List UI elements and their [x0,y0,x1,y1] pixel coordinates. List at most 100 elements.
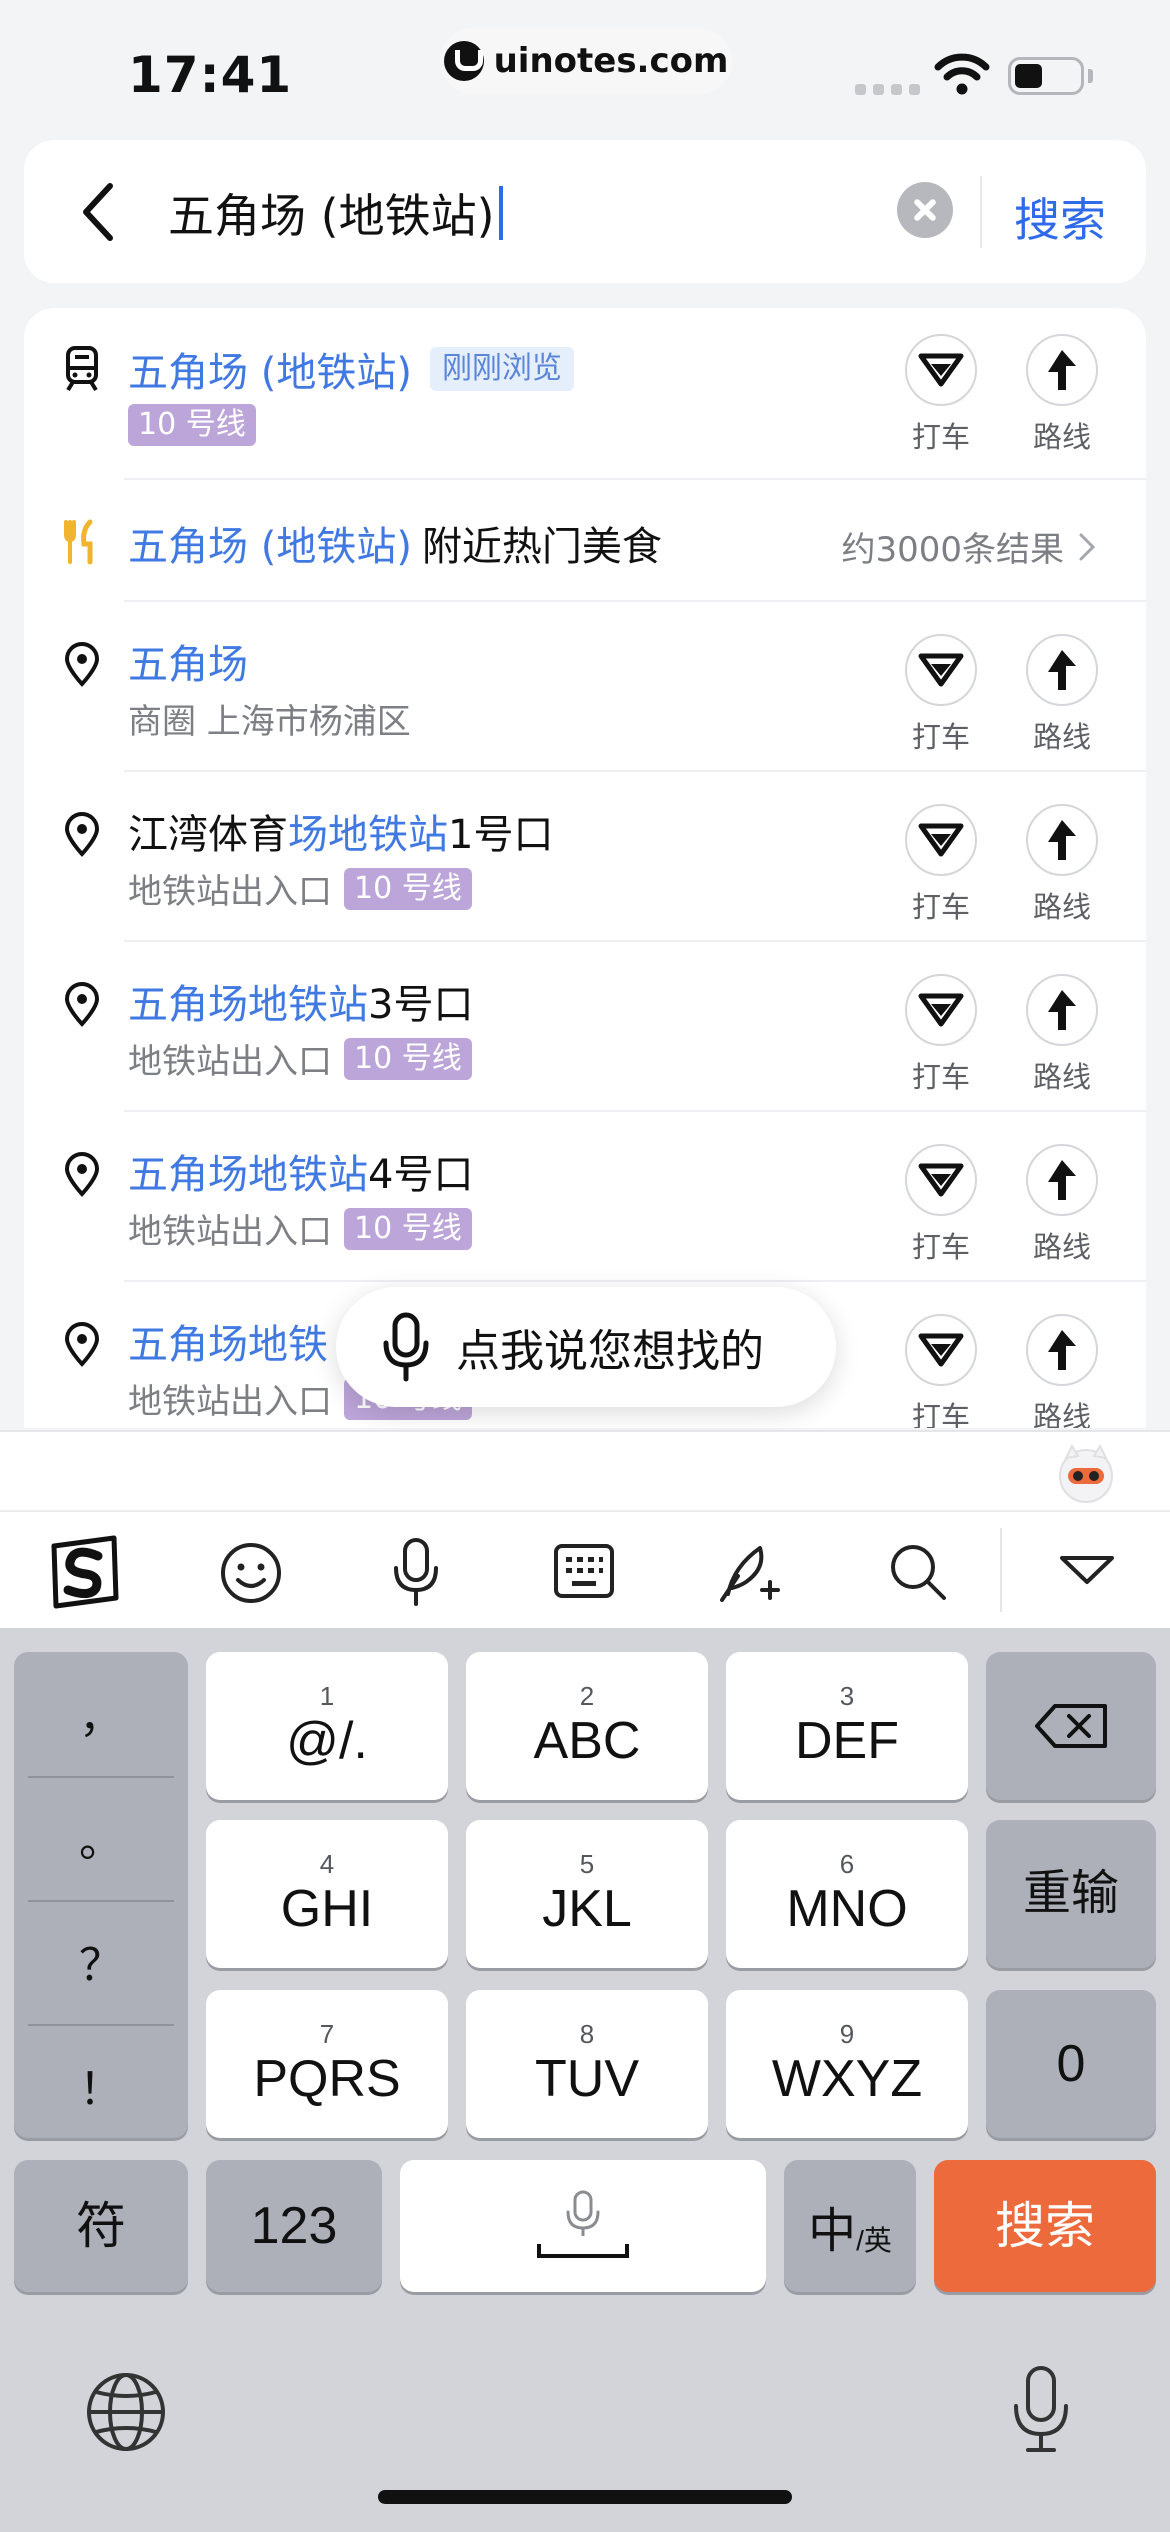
space-button[interactable] [400,2160,766,2292]
key-8[interactable]: 8 TUV [466,1990,708,2138]
key-9[interactable]: 9 WXYZ [726,1990,968,2138]
taxi-label: 打车 [911,420,970,454]
key-2[interactable]: 2 ABC [466,1652,708,1800]
lang-alt-label: /英 [856,2225,892,2256]
taxi-button[interactable]: 打车 [901,634,981,756]
key-label: ABC [533,1712,641,1770]
route-button[interactable]: 路线 [1022,974,1102,1096]
key-label: PQRS [253,2050,401,2108]
route-button[interactable]: 路线 [1022,804,1102,926]
list-item[interactable]: 五角场 (地铁站) 附近热门美食 约3000条结果 [24,480,1146,602]
taxi-button[interactable]: 打车 [901,804,981,926]
sogou-logo-icon[interactable] [44,1532,124,1612]
taxi-icon [918,353,964,387]
watermark-logo-icon [443,41,484,81]
taxi-button[interactable]: 打车 [901,1314,981,1428]
result-title-suffix: 1号口 [448,812,554,858]
retype-button[interactable]: 重输 [986,1820,1156,1968]
route-label: 路线 [1032,420,1091,454]
taxi-icon [918,823,964,857]
search-bar: 五角场 (地铁站) 搜索 [24,140,1146,283]
punct-key[interactable]: ！ [28,2024,174,2145]
recent-badge: 刚刚浏览 [429,347,574,391]
key-7[interactable]: 7 PQRS [206,1990,448,2138]
key-label: JKL [542,1880,632,1938]
list-item[interactable]: 五角场 商圈 上海市杨浦区 打车 路线 [24,602,1146,772]
key-3[interactable]: 3 DEF [726,1652,968,1800]
handwriting-icon[interactable] [716,1536,786,1606]
key-6[interactable]: 6 MNO [726,1820,968,1968]
key-number: 8 [579,2019,595,2049]
key-label: DEF [795,1712,899,1770]
punct-key[interactable]: ？ [28,1900,174,2021]
taxi-label: 打车 [911,890,970,924]
globe-icon[interactable] [84,2370,168,2454]
search-input[interactable]: 五角场 (地铁站) [168,180,503,246]
route-arrow-icon [1048,990,1076,1030]
taxi-button[interactable]: 打车 [901,974,981,1096]
taxi-button[interactable]: 打车 [901,334,981,456]
list-item[interactable]: 五角场地铁站 4号口 地铁站出入口 10 号线 打车 路线 [24,1112,1146,1282]
key-4[interactable]: 4 GHI [206,1820,448,1968]
candidate-strip [0,1430,1170,1510]
numbers-label: 123 [250,2197,338,2255]
route-label: 路线 [1032,720,1091,754]
search-icon[interactable] [886,1540,950,1604]
list-item[interactable]: 五角场 (地铁站) 刚刚浏览 10 号线 打车 路线 [24,308,1146,480]
location-pin-icon [64,812,100,857]
route-label: 路线 [1032,1230,1091,1264]
result-subtitle: 地铁站出入口 [128,1382,332,1422]
collapse-keyboard-icon[interactable] [1058,1552,1116,1588]
key-0[interactable]: 0 [986,1990,1156,2138]
key-number: 3 [839,1681,855,1711]
keyboard-search-button[interactable]: 搜索 [934,2160,1156,2292]
list-item[interactable]: 五角场地铁站 3号口 地铁站出入口 10 号线 打车 路线 [24,942,1146,1112]
symbols-button[interactable]: 符 [14,2160,188,2292]
microphone-icon [383,1312,429,1382]
numbers-button[interactable]: 123 [206,2160,382,2292]
keyboard-search-label: 搜索 [995,2198,1095,2254]
key-5[interactable]: 5 JKL [466,1820,708,1968]
taxi-label: 打车 [911,1230,970,1264]
results-list: 五角场 (地铁站) 刚刚浏览 10 号线 打车 路线 五角场 (地铁站) 附近热… [24,308,1146,1428]
status-time: 17:41 [128,46,293,104]
list-item[interactable]: 江湾体育 场地铁站 1号口 地铁站出入口 10 号线 打车 路线 [24,772,1146,942]
route-label: 路线 [1032,1400,1091,1428]
text-caret [498,186,503,240]
search-query-text: 五角场 (地铁站) [168,189,495,243]
result-title: 五角场地铁站 [128,982,368,1028]
watermark: uinotes.com [440,28,732,94]
route-button[interactable]: 路线 [1022,334,1102,456]
route-button[interactable]: 路线 [1022,1314,1102,1428]
back-arrow-icon[interactable] [70,176,130,248]
key-number: 4 [319,1849,335,1879]
key-number: 2 [579,1681,595,1711]
punct-key[interactable]: 。 [28,1776,174,1897]
backspace-icon [1035,1704,1107,1748]
punctuation-column: ， 。 ？ ！ [14,1652,188,2138]
backspace-button[interactable] [986,1652,1156,1800]
dictation-icon[interactable] [1010,2364,1072,2456]
result-title: 五角场 (地铁站) [128,524,412,570]
mascot-icon[interactable] [1054,1442,1118,1506]
taxi-label: 打车 [911,720,970,754]
key-1[interactable]: 1 @/. [206,1652,448,1800]
location-pin-icon [64,982,100,1027]
voice-search-button[interactable]: 点我说您想找的 [336,1287,836,1407]
result-title-prefix: 江湾体育 [128,812,288,858]
line-badge: 10 号线 [344,1207,472,1250]
emoji-icon[interactable] [218,1540,284,1606]
keyboard-icon[interactable] [552,1542,616,1600]
language-switch-button[interactable]: 中 /英 [784,2160,916,2292]
voice-input-icon[interactable] [390,1536,442,1608]
home-indicator [378,2490,792,2504]
taxi-button[interactable]: 打车 [901,1144,981,1266]
line-badge: 10 号线 [344,867,472,910]
punct-key[interactable]: ， [28,1652,174,1773]
search-button[interactable]: 搜索 [1014,184,1106,250]
clear-icon[interactable] [897,182,953,238]
taxi-icon [918,653,964,687]
route-button[interactable]: 路线 [1022,634,1102,756]
result-subtitle: 地铁站出入口 [128,1042,332,1082]
route-button[interactable]: 路线 [1022,1144,1102,1266]
